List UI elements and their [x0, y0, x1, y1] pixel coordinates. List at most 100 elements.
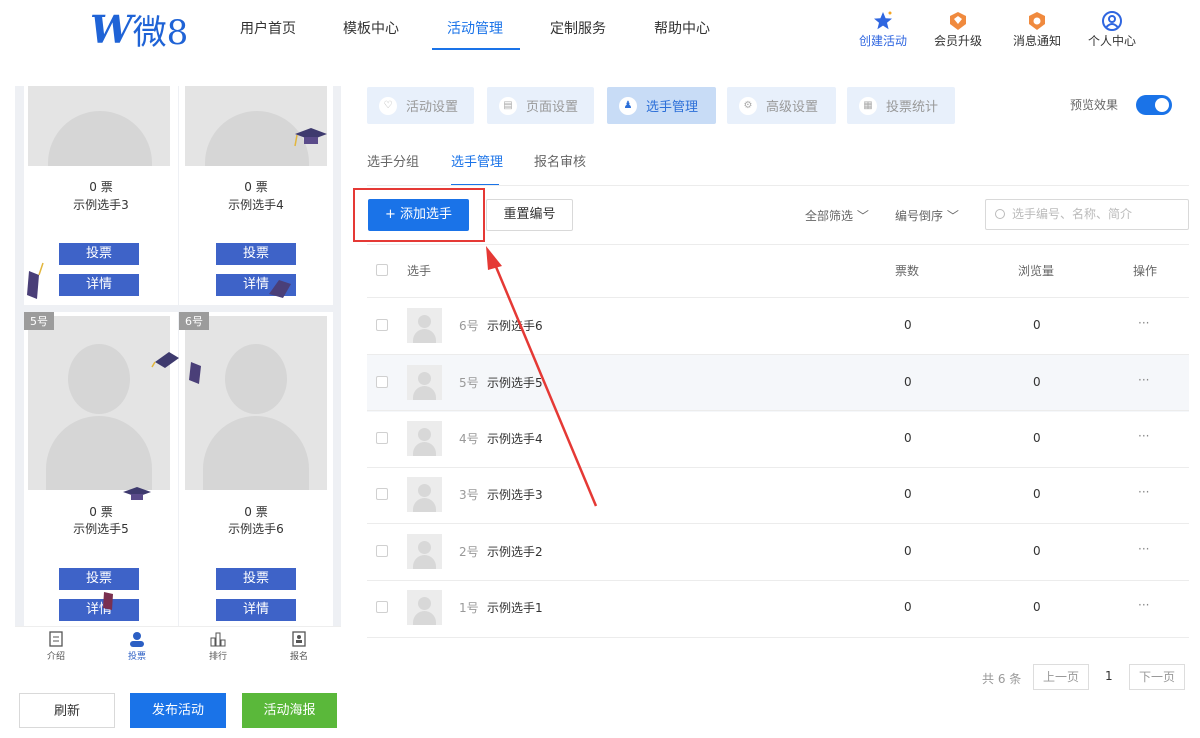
row-number: 2号: [459, 545, 479, 559]
personal-center-link[interactable]: 个人中心: [1082, 10, 1142, 49]
vote-button[interactable]: 投票: [216, 568, 296, 590]
graduation-cap-icon: [103, 592, 113, 610]
graduation-cap-icon: [189, 362, 201, 384]
id-card-icon: [279, 629, 319, 649]
row-name: 示例选手6: [487, 319, 543, 333]
card-votes: 0 票: [89, 180, 113, 194]
select-all-checkbox[interactable]: [376, 264, 388, 276]
bar-chart-icon: [198, 629, 238, 649]
more-icon[interactable]: ···: [1138, 429, 1149, 443]
notifications-link[interactable]: 消息通知: [1007, 10, 1067, 49]
row-name: 示例选手4: [487, 432, 543, 446]
refresh-button[interactable]: 刷新: [19, 693, 115, 728]
row-checkbox[interactable]: [376, 319, 388, 331]
row-name: 示例选手3: [487, 488, 543, 502]
vote-button[interactable]: 投票: [59, 243, 139, 265]
header-operations: 操作: [1133, 264, 1158, 278]
avatar: [407, 308, 442, 343]
tab-contestant-management[interactable]: ♟ 选手管理: [607, 87, 716, 124]
document-icon: [36, 629, 76, 649]
vip-badge-icon: [928, 10, 988, 32]
card-name: 示例选手3: [73, 198, 129, 212]
table-row: 4号 示例选手4 0 0 ···: [367, 411, 1189, 468]
vote-button[interactable]: 投票: [216, 243, 296, 265]
subtab-signup-review[interactable]: 报名审核: [534, 151, 586, 170]
detail-button[interactable]: 详情: [59, 599, 139, 621]
row-views: 0: [1033, 318, 1041, 332]
create-activity-link[interactable]: 创建活动: [853, 10, 913, 49]
search-input[interactable]: 选手编号、名称、简介: [985, 199, 1189, 230]
row-views: 0: [1033, 487, 1041, 501]
nav-custom-service[interactable]: 定制服务: [550, 18, 606, 38]
activity-poster-button[interactable]: 活动海报: [242, 693, 337, 728]
card-name: 示例选手4: [228, 198, 284, 212]
preview-tab-vote[interactable]: 投票: [117, 629, 157, 662]
preview-effect-toggle[interactable]: [1136, 95, 1172, 115]
more-icon[interactable]: ···: [1138, 373, 1149, 387]
bell-badge-icon: [1007, 10, 1067, 32]
row-name: 示例选手2: [487, 545, 543, 559]
more-icon[interactable]: ···: [1138, 542, 1149, 556]
preview-tab-bar: 介绍 投票 排行 报名: [15, 626, 341, 668]
chevron-down-icon: ﹀: [856, 209, 869, 223]
divider: [367, 185, 1189, 186]
header-views: 浏览量: [1018, 264, 1055, 278]
row-checkbox[interactable]: [376, 601, 388, 613]
member-upgrade-link[interactable]: 会员升级: [928, 10, 988, 49]
row-checkbox[interactable]: [376, 376, 388, 388]
nav-active-underline: [432, 48, 520, 50]
current-page[interactable]: 1: [1105, 669, 1113, 683]
subtab-contestant-groups[interactable]: 选手分组: [367, 151, 419, 170]
page-icon: ▤: [499, 96, 517, 115]
search-placeholder: 选手编号、名称、简介: [1012, 207, 1133, 221]
filter-all-dropdown[interactable]: 全部筛选 ﹀: [805, 207, 869, 224]
row-checkbox[interactable]: [376, 488, 388, 500]
preview-card: 0 票 示例选手3 投票 详情: [24, 86, 178, 305]
publish-activity-button[interactable]: 发布活动: [130, 693, 226, 728]
tab-activity-settings[interactable]: ♡ 活动设置: [367, 87, 474, 124]
table-row: 1号 示例选手1 0 0 ···: [367, 580, 1189, 637]
nav-activity-management[interactable]: 活动管理: [447, 18, 503, 38]
more-icon[interactable]: ···: [1138, 598, 1149, 612]
row-number: 3号: [459, 488, 479, 502]
subtab-contestant-management[interactable]: 选手管理: [451, 151, 503, 170]
row-votes: 0: [904, 544, 912, 558]
row-views: 0: [1033, 600, 1041, 614]
preview-tab-label: 排行: [208, 652, 227, 662]
detail-button[interactable]: 详情: [59, 274, 139, 296]
graduation-cap-icon: [27, 262, 44, 299]
person-icon: ♟: [619, 96, 637, 115]
preview-tab-rank[interactable]: 排行: [198, 629, 238, 662]
preview-tab-label: 介绍: [46, 652, 65, 662]
member-upgrade-label: 会员升级: [933, 34, 982, 48]
reset-numbering-button[interactable]: 重置编号: [486, 199, 573, 231]
preview-card: 0 票 示例选手4 投票 详情: [179, 86, 333, 305]
preview-tab-signup[interactable]: 报名: [279, 629, 319, 662]
preview-effect-label: 预览效果: [1070, 98, 1119, 112]
detail-button[interactable]: 详情: [216, 599, 296, 621]
row-views: 0: [1033, 431, 1041, 445]
segment-label: 选手管理: [646, 100, 699, 115]
divider: [367, 244, 1189, 245]
heart-icon: ♡: [379, 96, 397, 115]
tab-advanced-settings[interactable]: ⚙ 高级设置: [727, 87, 836, 124]
row-votes: 0: [904, 318, 912, 332]
nav-home[interactable]: 用户首页: [240, 18, 296, 38]
row-votes: 0: [904, 431, 912, 445]
logo[interactable]: W 微8: [90, 7, 188, 53]
more-icon[interactable]: ···: [1138, 485, 1149, 499]
preview-tab-intro[interactable]: 介绍: [36, 629, 76, 662]
nav-templates[interactable]: 模板中心: [343, 18, 399, 38]
vote-button[interactable]: 投票: [59, 568, 139, 590]
row-checkbox[interactable]: [376, 432, 388, 444]
prev-page-button[interactable]: 上一页: [1033, 664, 1089, 690]
contestant-photo: [28, 316, 170, 490]
tab-page-settings[interactable]: ▤ 页面设置: [487, 87, 594, 124]
mobile-preview: 0 票 示例选手3 投票 详情 0 票 示例选手4 投票 详情 5号 0 票 示…: [15, 86, 341, 626]
sort-dropdown[interactable]: 编号倒序 ﹀: [895, 207, 959, 224]
tab-vote-statistics[interactable]: ▦ 投票统计: [847, 87, 955, 124]
row-checkbox[interactable]: [376, 545, 388, 557]
next-page-button[interactable]: 下一页: [1129, 664, 1185, 690]
more-icon[interactable]: ···: [1138, 316, 1149, 330]
nav-help[interactable]: 帮助中心: [654, 18, 710, 38]
